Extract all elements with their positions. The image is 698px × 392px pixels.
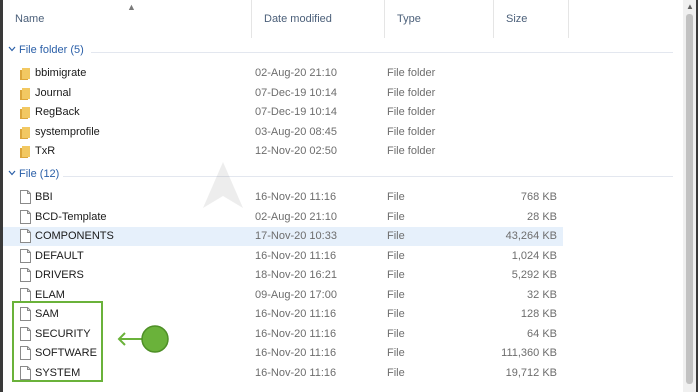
folder-icon [20,146,30,158]
item-name: BBI [35,191,53,203]
item-date-modified: 18-Nov-20 16:21 [255,269,337,281]
watermark-logo [203,162,243,208]
column-divider[interactable] [568,0,569,38]
sort-up-icon: ▲ [127,2,136,12]
item-type: File folder [387,67,436,79]
group-label: File folder (5) [19,44,84,56]
item-name: RegBack [35,106,80,118]
group-header-files[interactable]: File (12) [3,165,681,185]
item-size: 111,360 KB [501,347,557,359]
scrollbar-thumb[interactable] [686,14,693,384]
list-item[interactable]: bbimigrate 02-Aug-20 21:10 File folder [3,64,563,83]
folder-icon [20,107,30,119]
item-type: File [387,249,405,262]
column-header-date[interactable]: Date modified [252,0,384,38]
item-date-modified: 17-Nov-20 10:33 [255,230,337,242]
item-date-modified: 09-Aug-20 17:00 [255,288,337,301]
vertical-scrollbar[interactable]: ▲ [683,0,696,392]
item-name: bbimigrate [35,67,87,79]
item-size: 5,292 KB [511,269,557,281]
item-name: DRIVERS [35,269,84,281]
item-date-modified: 03-Aug-20 08:45 [255,125,337,138]
column-header-date-label: Date modified [264,13,332,25]
item-date-modified: 02-Aug-20 21:10 [255,210,337,223]
item-date-modified: 16-Nov-20 11:16 [255,191,337,203]
folder-icon [20,126,30,139]
item-size: 128 KB [520,308,557,320]
list-item[interactable]: BCD-Template 02-Aug-20 21:10 File 28 KB [3,208,563,227]
list-item[interactable]: TxR 12-Nov-20 02:50 File folder [3,142,563,161]
item-date-modified: 02-Aug-20 21:10 [255,67,337,79]
group-label: File (12) [19,168,60,180]
list-item[interactable]: DRIVERS 18-Nov-20 16:21 File 5,292 KB [3,266,563,285]
item-type: File [387,230,405,242]
item-date-modified: 16-Nov-20 11:16 [255,327,337,340]
column-header-size-label: Size [506,13,528,25]
scroll-up-icon[interactable]: ▲ [686,2,694,11]
item-date-modified: 16-Nov-20 11:16 [255,249,337,262]
item-date-modified: 07-Dec-19 10:14 [255,106,337,118]
pointer-arrow-icon [117,325,169,353]
column-header-size[interactable]: Size [494,0,568,38]
item-date-modified: 16-Nov-20 11:16 [255,347,337,359]
folder-icon [20,68,30,80]
item-date-modified: 16-Nov-20 11:16 [255,366,337,379]
group-divider [91,52,673,53]
list-item[interactable]: Journal 07-Dec-19 10:14 File folder [3,84,563,103]
column-header-type-label: Type [397,13,421,25]
file-icon [20,209,31,224]
item-date-modified: 07-Dec-19 10:14 [255,86,337,99]
item-name: systemprofile [35,125,100,138]
item-type: File [387,269,405,281]
item-type: File [387,210,405,223]
item-date-modified: 16-Nov-20 11:16 [255,308,337,320]
file-icon [20,190,31,204]
item-type: File folder [387,86,436,99]
list-item[interactable]: DEFAULT 16-Nov-20 11:16 File 1,024 KB [3,247,563,266]
chevron-down-icon [8,46,16,52]
item-type: File folder [387,106,436,118]
item-size: 19,712 KB [505,366,557,379]
item-type: File [387,191,405,203]
item-type: File [387,288,405,301]
list-item[interactable]: COMPONENTS 17-Nov-20 10:33 File 43,264 KB [3,227,563,246]
item-type: File folder [387,125,436,138]
column-header-bar: Name ▲ Date modified Type Size [3,0,683,38]
column-header-type[interactable]: Type [385,0,493,38]
item-name: DEFAULT [35,249,84,262]
item-size: 1,024 KB [511,249,557,262]
item-name: TxR [35,145,56,157]
file-list-pane: Name ▲ Date modified Type Size File fold… [3,0,683,392]
list-item[interactable]: BBI 16-Nov-20 11:16 File 768 KB [3,188,563,207]
group-divider [63,176,673,177]
folder-icon [20,87,30,100]
chevron-down-icon [8,170,16,176]
item-name: BCD-Template [35,210,107,223]
item-type: File [387,327,405,340]
item-size: 28 KB [527,210,557,223]
item-size: 768 KB [520,191,557,203]
item-name: ELAM [35,288,65,301]
item-type: File [387,347,405,359]
file-icon [20,248,31,263]
list-item[interactable]: systemprofile 03-Aug-20 08:45 File folder [3,123,563,142]
file-icon [20,229,31,243]
highlight-box [12,301,103,382]
item-type: File [387,366,405,379]
group-header-folders[interactable]: File folder (5) [3,41,681,61]
item-size: 64 KB [527,327,557,340]
item-date-modified: 12-Nov-20 02:50 [255,145,337,157]
item-size: 32 KB [527,288,557,301]
item-type: File folder [387,145,436,157]
column-header-name-label: Name [15,13,45,25]
file-icon [20,287,31,302]
item-name: COMPONENTS [35,230,114,242]
item-size: 43,264 KB [505,230,557,242]
item-name: Journal [35,86,72,99]
file-icon [20,268,31,282]
list-item[interactable]: RegBack 07-Dec-19 10:14 File folder [3,103,563,122]
item-type: File [387,308,405,320]
